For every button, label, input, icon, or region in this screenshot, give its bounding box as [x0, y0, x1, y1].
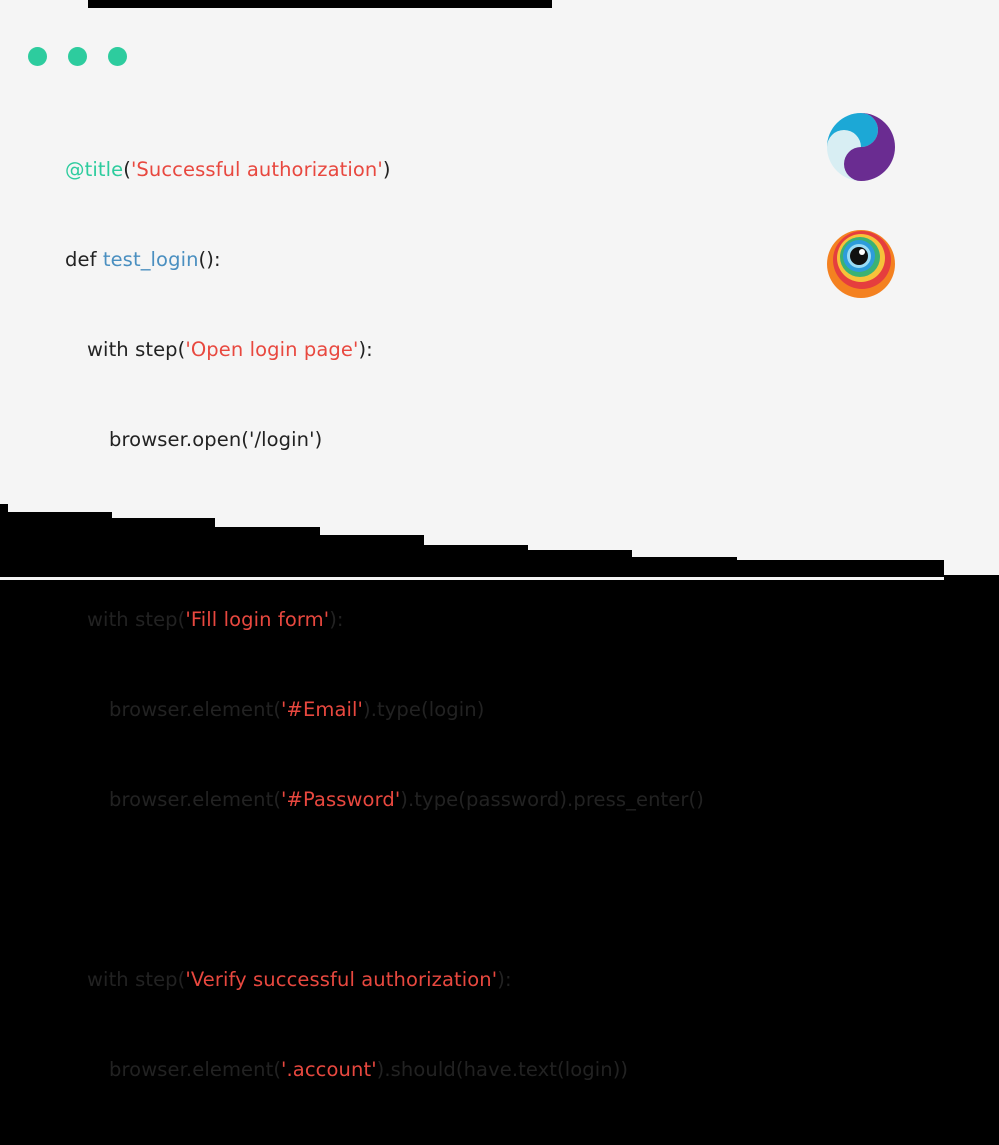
string-token: '.account' [281, 1058, 377, 1081]
window-dot-minimize[interactable] [68, 47, 87, 66]
code-line-def: def test_login(): [65, 248, 221, 271]
code-line-step3-body: browser.element('.account').should(have.… [109, 1058, 629, 1081]
string-token: 'Fill login form' [185, 608, 330, 631]
window-controls [28, 47, 127, 66]
window-dot-maximize[interactable] [108, 47, 127, 66]
string-token: 'Successful authorization' [130, 158, 383, 181]
string-token: '#Email' [281, 698, 364, 721]
code-line-step1-body: browser.open('/login') [109, 428, 323, 451]
string-token: 'Verify successful authorization' [185, 968, 498, 991]
string-token: '#Password' [281, 788, 401, 811]
function-name-token: test_login [102, 248, 199, 271]
window-dot-close[interactable] [28, 47, 47, 66]
selenoid-logo-icon [827, 113, 895, 181]
string-token: 'Open login page' [185, 338, 359, 361]
code-line-step2-password: browser.element('#Password').type(passwo… [109, 788, 704, 811]
code-window: @title('Successful authorization') def t… [0, 0, 999, 1081]
code-line-step3: with step('Verify successful authorizati… [87, 968, 512, 991]
code-block: @title('Successful authorization') def t… [65, 95, 704, 1145]
code-line-step1: with step('Open login page'): [87, 338, 373, 361]
browserstack-logo-icon [827, 230, 895, 298]
code-line-step2-email: browser.element('#Email').type(login) [109, 698, 485, 721]
keyword-token: def [65, 248, 103, 271]
code-line-decorator: @title('Successful authorization') [65, 158, 391, 181]
code-line-step2: with step('Fill login form'): [87, 608, 344, 631]
decorator-token: @title [65, 158, 124, 181]
